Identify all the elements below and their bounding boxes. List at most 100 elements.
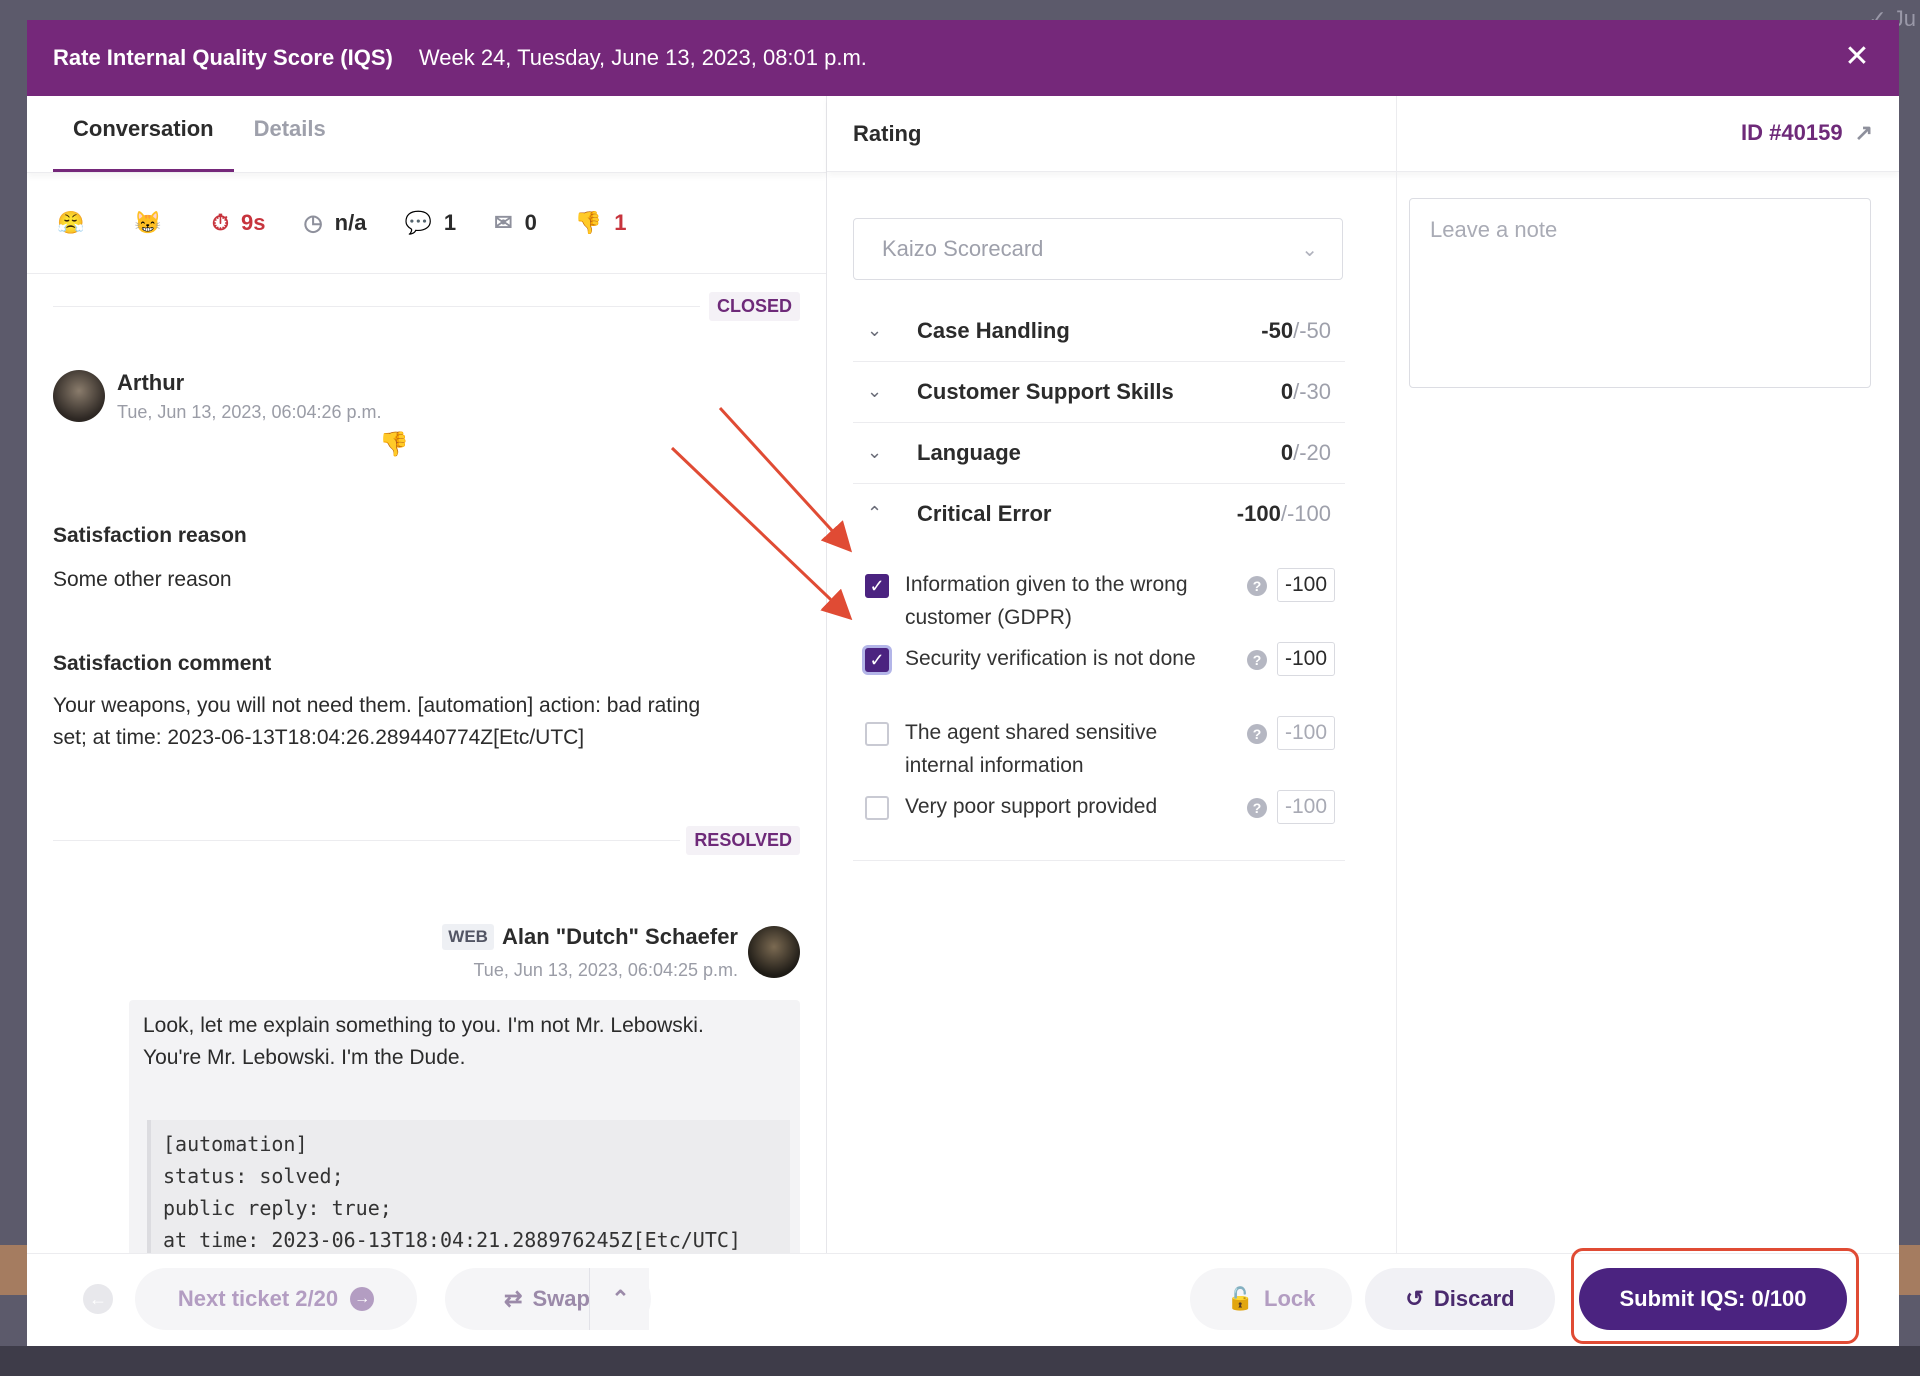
help-icon[interactable]: ?: [1247, 798, 1267, 818]
chevron-down-icon: ⌄: [867, 442, 883, 462]
category-language[interactable]: ⌄ Language 0/-20: [853, 422, 1345, 484]
help-icon[interactable]: ?: [1247, 724, 1267, 744]
score-value: -50: [1261, 317, 1294, 343]
checkbox-poor-support[interactable]: [865, 796, 889, 820]
bad-ratings-value: 1: [614, 210, 627, 235]
category-name: Customer Support Skills: [917, 378, 1174, 404]
avatar: [748, 926, 800, 978]
critical-item-security: ✓ Security verification is not done ? -1…: [853, 642, 1345, 712]
agent-message: Look, let me explain something to you. I…: [143, 1014, 704, 1069]
critical-item-label: The agent shared sensitive internal info…: [905, 721, 1158, 777]
scorecard-select[interactable]: Kaizo Scorecard ⌄: [853, 218, 1343, 280]
chevron-down-icon: ⌄: [867, 381, 883, 401]
stopwatch-icon: ⏱: [211, 210, 229, 235]
next-ticket-button[interactable]: Next ticket 2/20 →: [135, 1268, 417, 1330]
tab-conversation[interactable]: Conversation: [53, 116, 234, 172]
category-case-handling[interactable]: ⌄ Case Handling -50/-50: [853, 300, 1345, 362]
points-input[interactable]: -100: [1277, 790, 1335, 824]
swap-menu-toggle[interactable]: ⌃: [589, 1268, 651, 1330]
ticket-id: ID #40159: [1741, 120, 1843, 145]
category-score: 0/-20: [1281, 440, 1331, 466]
score-value: -100: [1236, 500, 1281, 526]
previous-ticket-icon[interactable]: ←: [83, 1284, 113, 1314]
resolution-time-stat: ◷ n/a: [303, 210, 366, 236]
score-value: 0: [1280, 378, 1294, 404]
checkbox-sensitive[interactable]: [865, 722, 889, 746]
critical-item-label: Security verification is not done: [905, 647, 1196, 670]
note-placeholder: Leave a note: [1430, 217, 1558, 242]
chevron-down-icon: ⌄: [1301, 239, 1318, 261]
separator-line: [53, 840, 680, 841]
chevron-up-icon: ⌃: [867, 503, 883, 523]
category-score: -50/-50: [1261, 318, 1331, 344]
close-icon[interactable]: ✕: [1841, 42, 1873, 74]
separator-line: [53, 306, 700, 307]
checkbox-gdpr[interactable]: ✓: [865, 574, 889, 598]
external-link-icon: ↗: [1854, 120, 1873, 145]
chevron-up-icon: ⌃: [611, 1286, 630, 1311]
chevron-down-icon: ⌄: [867, 320, 883, 340]
score-value: 0: [1280, 439, 1294, 465]
angry-face-icon: 😤: [57, 210, 85, 235]
background-strip: [0, 1346, 1920, 1376]
message-bubble: Look, let me explain something to you. I…: [129, 1000, 800, 1254]
critical-item-gdpr: ✓ Information given to the wrong custome…: [853, 568, 1345, 638]
score-max: /-30: [1293, 378, 1331, 404]
critical-item-poor-support: Very poor support provided ? -100: [853, 790, 1345, 830]
category-score: 0/-30: [1281, 379, 1331, 405]
category-score: -100/-100: [1237, 501, 1331, 527]
discard-label: Discard: [1433, 1286, 1515, 1311]
rating-pane: Kaizo Scorecard ⌄ ⌄ Case Handling -50/-5…: [827, 96, 1397, 1254]
ticket-id-link[interactable]: ID #40159 ↗: [1741, 120, 1873, 146]
iqs-modal: Rate Internal Quality Score (IQS) Week 2…: [27, 20, 1899, 1346]
left-tabs: Conversation Details: [27, 96, 826, 173]
agent-timestamp: Tue, Jun 13, 2023, 06:04:25 p.m.: [473, 960, 738, 980]
scorecard-select-value: Kaizo Scorecard: [882, 236, 1044, 261]
help-icon[interactable]: ?: [1247, 650, 1267, 670]
category-critical-error[interactable]: ⌃ Critical Error -100/-100: [853, 483, 1345, 544]
category-customer-support-skills[interactable]: ⌄ Customer Support Skills 0/-30: [853, 361, 1345, 423]
lock-label: Lock: [1264, 1286, 1316, 1311]
discard-button[interactable]: ↺ Discard: [1365, 1268, 1555, 1330]
modal-subtitle: Week 24, Tuesday, June 13, 2023, 08:01 p…: [418, 45, 867, 70]
avatar: [53, 370, 105, 422]
submit-iqs-button[interactable]: Submit IQS: 0/100: [1579, 1268, 1847, 1330]
bad-ratings-stat: 👎 1: [575, 210, 627, 236]
emoji-face: 😤: [57, 210, 96, 236]
score-max: /-50: [1293, 317, 1331, 343]
status-separator: CLOSED: [53, 292, 800, 321]
next-ticket-label: Next ticket 2/20: [177, 1286, 339, 1311]
submit-label: Submit IQS: 0/100: [1619, 1286, 1807, 1311]
lock-button[interactable]: 🔓 Lock: [1190, 1268, 1352, 1330]
thumbs-down-icon: 👎: [574, 210, 603, 235]
customer-timestamp: Tue, Jun 13, 2023, 06:04:26 p.m.: [117, 402, 382, 422]
conversation-pane: Conversation Details 😤 😸 ⏱ 9s ◷ n/a 💬 1 ✉ 0 …: [27, 96, 827, 1254]
satisfaction-reason-label: Satisfaction reason: [53, 524, 247, 547]
tab-details[interactable]: Details: [234, 116, 346, 172]
resolution-time-value: n/a: [334, 210, 367, 235]
unlock-icon: 🔓: [1226, 1286, 1255, 1311]
messages-stat: 💬 1: [404, 210, 456, 236]
points-input[interactable]: -100: [1277, 568, 1335, 602]
cat-face-icon: 😸: [134, 210, 162, 235]
reply-time-value: 9s: [240, 210, 266, 235]
modal-footer: ← Next ticket 2/20 → ⇄ Swap ⌃ 🔓 Lock ↺ D…: [27, 1253, 1899, 1346]
swap-label: Swap: [532, 1286, 590, 1311]
note-textarea[interactable]: Leave a note: [1409, 198, 1871, 388]
status-badge-resolved: RESOLVED: [686, 826, 800, 855]
satisfaction-reason: Some other reason: [53, 568, 232, 591]
help-icon[interactable]: ?: [1247, 576, 1267, 596]
arrow-right-icon: →: [350, 1287, 375, 1311]
checkbox-security[interactable]: ✓: [865, 648, 889, 672]
satisfaction-comment-label: Satisfaction comment: [53, 652, 272, 675]
critical-item-label: Information given to the wrong customer …: [905, 573, 1188, 629]
swap-icon: ⇄: [504, 1286, 523, 1311]
undo-icon: ↺: [1405, 1286, 1424, 1311]
modal-header: Rate Internal Quality Score (IQS) Week 2…: [27, 20, 1899, 96]
automation-code-block: [automation] status: solved; public repl…: [147, 1120, 790, 1254]
points-input[interactable]: -100: [1277, 716, 1335, 750]
agent-header: WEB Alan "Dutch" Schaefer: [442, 924, 738, 950]
critical-item-sensitive: The agent shared sensitive internal info…: [853, 716, 1345, 786]
points-input[interactable]: -100: [1277, 642, 1335, 676]
emoji-face: 😸: [134, 210, 173, 236]
